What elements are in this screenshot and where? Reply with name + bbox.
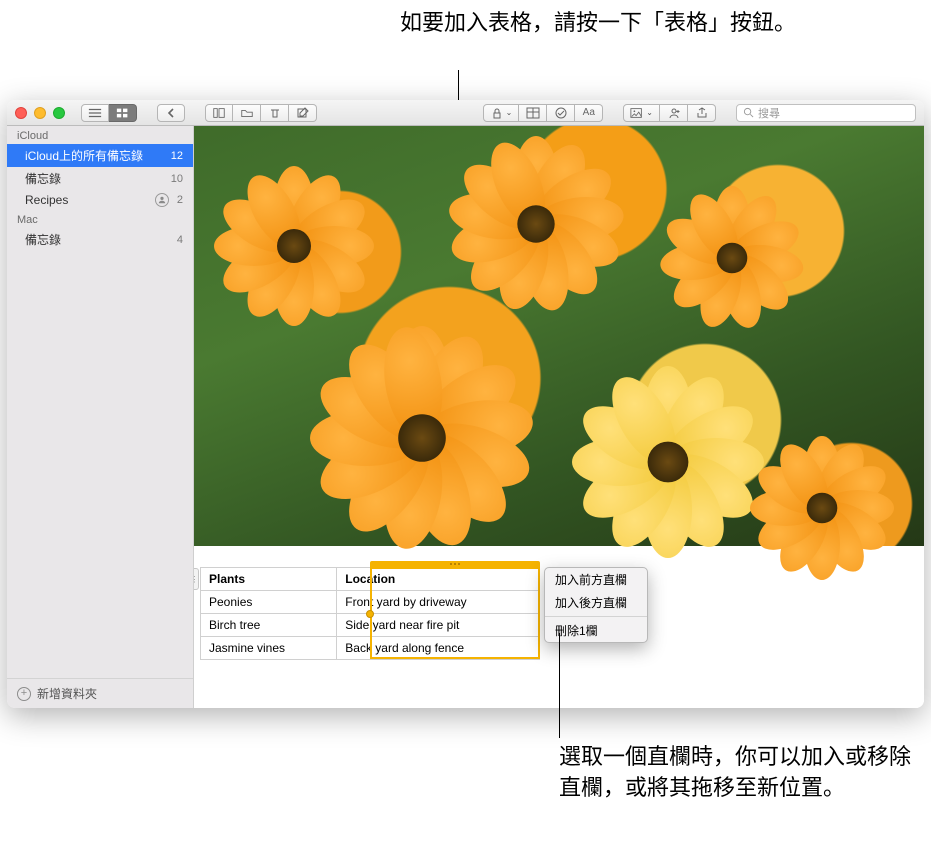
search-icon xyxy=(743,107,754,118)
sidebar-item-label: 備忘錄 xyxy=(25,170,61,187)
view-toggle-group xyxy=(81,104,137,122)
collaborate-button[interactable] xyxy=(660,104,688,122)
menu-item-add-column-after[interactable]: 加入後方直欄 xyxy=(545,591,647,614)
list-view-button[interactable] xyxy=(81,104,109,122)
delete-button[interactable] xyxy=(261,104,289,122)
callout-top: 如要加入表格，請按一下「表格」按鈕。 xyxy=(400,8,796,39)
grid-view-button[interactable] xyxy=(109,104,137,122)
table-header-cell[interactable]: Location xyxy=(337,568,540,591)
sidebar-item-notes-local[interactable]: 備忘錄 4 xyxy=(7,228,193,251)
note-image xyxy=(194,126,924,546)
back-button[interactable] xyxy=(157,104,185,122)
sidebar-section-header: iCloud xyxy=(7,126,193,144)
column-resize-handle[interactable] xyxy=(366,610,374,618)
table-cell[interactable]: Birch tree xyxy=(201,614,337,637)
menu-separator xyxy=(545,616,647,617)
close-button[interactable] xyxy=(15,107,27,119)
new-folder-label: 新增資料夾 xyxy=(37,685,97,702)
folder-button[interactable] xyxy=(233,104,261,122)
table-cell[interactable]: Jasmine vines xyxy=(201,637,337,660)
attachments-button[interactable] xyxy=(205,104,233,122)
table-row-handle[interactable]: ⋮ xyxy=(194,568,199,590)
note-table[interactable]: ⋮ Plants Location Peonies Front yard by … xyxy=(200,567,540,660)
checklist-button[interactable] xyxy=(547,104,575,122)
search-input[interactable]: 搜尋 xyxy=(736,104,916,122)
sidebar-item-notes[interactable]: 備忘錄 10 xyxy=(7,167,193,190)
sidebar-item-count: 4 xyxy=(177,234,183,246)
table-button[interactable] xyxy=(519,104,547,122)
callout-bottom: 選取一個直欄時，你可以加入或移除直欄，或將其拖移至新位置。 xyxy=(559,742,931,804)
sidebar-item-all-icloud[interactable]: iCloud上的所有備忘錄 12 xyxy=(7,144,193,167)
sidebar-item-count: 2 xyxy=(177,194,183,206)
fullscreen-button[interactable] xyxy=(53,107,65,119)
sidebar-item-count: 10 xyxy=(171,173,183,185)
new-folder-button[interactable]: + 新增資料夾 xyxy=(7,678,193,708)
search-placeholder: 搜尋 xyxy=(758,105,780,121)
plus-circle-icon: + xyxy=(17,687,31,701)
menu-item-delete-column[interactable]: 刪除1欄 xyxy=(545,619,647,642)
sidebar-item-recipes[interactable]: Recipes 2 xyxy=(7,190,193,210)
column-context-menu: 加入前方直欄 加入後方直欄 刪除1欄 xyxy=(544,567,648,643)
table-row[interactable]: Plants Location xyxy=(201,568,540,591)
window-controls xyxy=(15,107,65,119)
media-button[interactable]: ⌄ xyxy=(623,104,660,122)
lock-button[interactable]: ⌄ xyxy=(483,104,520,122)
sidebar-item-label: Recipes xyxy=(25,193,68,207)
sidebar: iCloud iCloud上的所有備忘錄 12 備忘錄 10 Recipes 2 xyxy=(7,126,194,708)
new-note-button[interactable] xyxy=(289,104,317,122)
column-drag-handle[interactable] xyxy=(370,561,540,567)
table-cell[interactable]: Back yard along fence xyxy=(337,637,540,660)
callout-bottom-leader xyxy=(559,633,560,738)
table-cell[interactable]: Peonies xyxy=(201,591,337,614)
callout-top-leader xyxy=(458,70,459,101)
shared-folder-icon xyxy=(155,193,169,207)
sidebar-item-label: iCloud上的所有備忘錄 xyxy=(25,147,143,164)
menu-item-add-column-before[interactable]: 加入前方直欄 xyxy=(545,568,647,591)
minimize-button[interactable] xyxy=(34,107,46,119)
titlebar: ⌄ Aa ⌄ 搜尋 xyxy=(7,100,924,126)
table-row[interactable]: Jasmine vines Back yard along fence xyxy=(201,637,540,660)
sidebar-section-header: Mac xyxy=(7,210,193,228)
notes-window: ⌄ Aa ⌄ 搜尋 xyxy=(7,100,924,708)
format-button[interactable]: Aa xyxy=(575,104,603,122)
share-button[interactable] xyxy=(688,104,716,122)
sidebar-item-count: 12 xyxy=(171,150,183,162)
sidebar-item-label: 備忘錄 xyxy=(25,231,61,248)
note-content: ⋮ Plants Location Peonies Front yard by … xyxy=(194,126,924,708)
table-header-cell[interactable]: Plants xyxy=(201,568,337,591)
